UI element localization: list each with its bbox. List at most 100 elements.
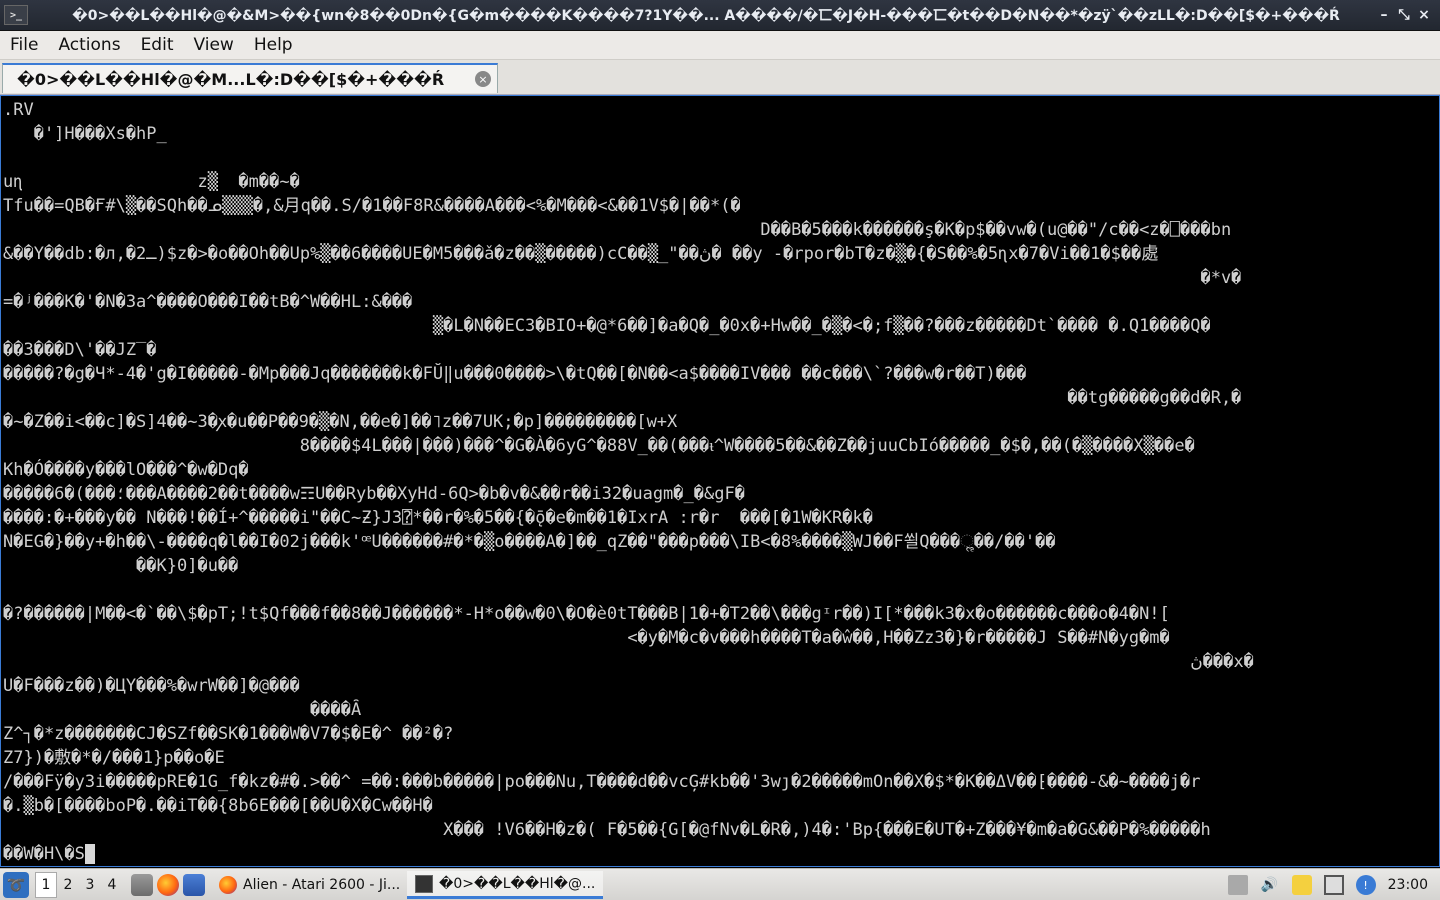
terminal-line-text: U�F���z��)�ЦY���%�wrW��]�@��� [3,676,300,696]
task-browser[interactable]: Alien - Atari 2600 - Ji... [211,871,401,899]
terminal-line-text: Tfu��=QB�Ғ#\▒��SQh��ᓄ▒▒▒�,&⽉q��.S/�1��F8… [3,196,741,216]
terminal-line: Z^┐�*z�������CJ�SZf��SK�1���W�V7�$�E�^ �… [3,722,453,746]
desktop-2-button[interactable]: 2 [57,872,79,898]
terminal-line-text: ▒�L�N��EC3�BIO+�@*6��]�a�Q�_�0x�+Hw��_�▒… [3,316,1211,336]
minimize-button[interactable]: – [1374,7,1394,23]
terminal-line-text: D��B�5���k������ş�K�p$��vw�(u@��"/c��<z�… [3,220,1232,240]
terminal-line-text: ��W�H\�S [3,844,85,864]
task-terminal[interactable]: �0>��L��Hl�@... [407,871,603,899]
start-menu-icon[interactable]: ➰ [3,872,29,898]
desktop-1-button[interactable]: 1 [35,872,57,898]
terminal-line-text: uɳ z▒ �m��~� [3,172,300,192]
show-desktop-icon[interactable] [183,874,205,896]
terminal-line: �?������|M��<�`��\$�pT;!t$Qf���f��8��J��… [3,602,1170,626]
terminal-line: .RV [3,98,34,122]
desktop: >_ �0>��L��Hl�@�&M>��{wn�8��0Dn�{G�m����… [0,0,1440,900]
terminal-line-text: N�EG�}��y+�h��\-����q�l��I�02j���k'ꟹU���… [3,532,1056,552]
terminal-line: Z7})�敷�*�/���1}p��o�E [3,746,225,770]
clock[interactable]: 23:00 [1388,877,1428,893]
terminal-line: X��� !V6��H�z�( F�5��{G[�@fNv�L�R�,)4�:'… [3,818,1211,842]
terminal-line: �~�Z��i<��c]�S]4��~3�ꭗ�u��P��9�▒�N,��e�]… [3,410,677,434]
terminal-line: uɳ z▒ �m��~� [3,170,300,194]
terminal-line: N�EG�}��y+�h��\-����q�l��I�02j���k'ꟹU���… [3,530,1056,554]
terminal-line-text: ڽ���x� [3,652,1254,672]
terminal-line: ڽ���x� [3,650,1254,674]
desktop-3-button[interactable]: 3 [79,872,101,898]
terminal-line-text: Z7})�敷�*�/���1}p��o�E [3,748,225,768]
firefox-icon[interactable] [157,874,179,896]
restore-button[interactable]: ⤡ [1394,7,1414,23]
terminal-line-text: Kh�Ó����y���lO���^�w�Dq� [3,460,249,480]
terminal-line-text: .RV [3,100,34,120]
volume-icon[interactable]: 🔊 [1260,875,1280,895]
terminal-line-text: ��3���D\'��JZ‾� [3,340,157,360]
terminal-line-text: �?������|M��<�`��\$�pT;!t$Qf���f��8��J��… [3,604,1170,624]
terminal-output[interactable]: .RV �']H���Xs�hP_ uɳ z▒ �m��~� Tfu��=QB�Ғ#… [0,95,1440,867]
terminal-line-text: �*v� [3,268,1242,288]
terminal-line: 8����$4L���|���)���^�G�À�6yG^�88V_��(���… [3,434,1195,458]
tray-app-icon[interactable] [1227,875,1248,895]
terminal-line: ����:�+���y�� N���!��Í+^�����i"��C~Ƶ}J3⍰… [3,506,873,530]
terminal-line-text: &��Y��db:�л,�2ـ)$z�>�o��Oh��Up%▒��6����U… [3,244,1159,264]
terminal-line-text: <�y�M�c�v���h����T�a�ŵ��,H��Zz3�}�r�����… [3,628,1170,648]
menu-edit[interactable]: Edit [131,35,184,55]
terminal-line-text: �����?�g�Ч*-4�'g�I�����-�Mp���Jq�������k… [3,364,1027,384]
menu-help[interactable]: Help [244,35,303,55]
menu-actions[interactable]: Actions [48,35,130,55]
terminal-line: ��tg�����g��d�R,� [3,386,1241,410]
terminal-line: ��K}0]�u�� [3,554,238,578]
terminal-line-text: /���Fÿ�y3i�����pRE�1G_f�kz�#�.>��^ =��:�… [3,772,1201,792]
terminal-line: D��B�5���k������ş�K�p$��vw�(u@��"/c��<z�… [3,218,1231,242]
system-tray: 🔊 ! 23:00 [1222,875,1440,895]
terminal-line: �����6�(���؛���A����2��t����w☶U��Ryb��Xy… [3,482,745,506]
terminal-line-text: Z^┐�*z�������CJ�SZf��SK�1���W�V7�$�E�^ �… [3,724,454,744]
tab-label: �0>��L��Hl�@�M...L�:D��[$�+���Ŕ [17,69,445,89]
terminal-line-text: X��� !V6��H�z�( F�5��{G[�@fNv�L�R�,)4�:'… [3,820,1211,840]
terminal-app-icon[interactable]: >_ [4,5,28,25]
terminal-line: �����?�g�Ч*-4�'g�I�����-�Mp���Jq�������k… [3,362,1027,386]
tab-bar: �0>��L��Hl�@�M...L�:D��[$�+���Ŕ × [0,60,1440,95]
terminal-line: &��Y��db:�л,�2ـ)$z�>�o��Oh��Up%▒��6����U… [3,242,1158,266]
update-notifier-icon[interactable]: ! [1355,875,1376,895]
terminal-line: U�F���z��)�ЦY���%�wrW��]�@��� [3,674,300,698]
network-icon[interactable] [1323,875,1344,895]
terminal-line-text: =�ʲ���K�'�N�3a^����O���I��tB�^W��HL:&��� [3,292,413,312]
terminal-line-text: ����Ȃ [3,700,362,720]
taskbar: ➰ 1 2 3 4 Alien - Atari 2600 - Ji... �0>… [0,868,1440,900]
terminal-line: ��W�H\�S [3,842,95,866]
clipboard-icon[interactable] [1291,875,1312,895]
terminal-line-text: 8����$4L���|���)���^�G�À�6yG^�88V_��(���… [3,436,1195,456]
file-manager-icon[interactable] [131,874,153,896]
terminal-line: �']H���Xs�hP_ [3,122,167,146]
terminal-line: =�ʲ���K�'�N�3a^����O���I��tB�^W��HL:&��� [3,290,412,314]
terminal-line-text: �����6�(���؛���A����2��t����w☶U��Ryb��Xy… [3,484,745,504]
window-title: �0>��L��Hl�@�&M>��{wn�8��0Dn�{G�m����K��… [72,8,1340,24]
terminal-line: �*v� [3,266,1241,290]
terminal-tab[interactable]: �0>��L��Hl�@�M...L�:D��[$�+���Ŕ × [2,63,498,93]
task-label: �0>��L��Hl�@... [439,875,596,892]
terminal-line: /���Fÿ�y3i�����pRE�1G_f�kz�#�.>��^ =��:�… [3,770,1200,794]
terminal-line-text: �~�Z��i<��c]�S]4��~3�ꭗ�u��P��9�▒�N,��e�]… [3,412,678,432]
firefox-icon [219,876,237,894]
close-button[interactable]: × [1414,7,1434,23]
menu-file[interactable]: File [0,35,48,55]
task-label: Alien - Atari 2600 - Ji... [243,877,401,893]
terminal-line-text: �']H���Xs�hP_ [3,124,167,144]
terminal-line: Kh�Ó����y���lO���^�w�Dq� [3,458,249,482]
tab-close-icon[interactable]: × [475,71,491,87]
window-titlebar[interactable]: >_ �0>��L��Hl�@�&M>��{wn�8��0Dn�{G�m����… [0,0,1440,31]
terminal-line: ▒�L�N��EC3�BIO+�@*6��]�a�Q�_�0x�+Hw��_�▒… [3,314,1211,338]
terminal-line-text: ��K}0]�u�� [3,556,239,576]
terminal-cursor [84,844,95,864]
terminal-line-text: �.▒b�[����boP�.��iT��{8b6E���[��U�X�Cw��… [3,796,433,816]
terminal-line: Tfu��=QB�Ғ#\▒��SQh��ᓄ▒▒▒�,&⽉q��.S/�1��F8… [3,194,741,218]
menu-view[interactable]: View [183,35,243,55]
terminal-line-text: ����:�+���y�� N���!��Í+^�����i"��C~Ƶ}J3⍰… [3,508,873,528]
menu-bar: File Actions Edit View Help [0,31,1440,60]
desktop-4-button[interactable]: 4 [101,872,123,898]
terminal-line-text: ��tg�����g��d�R,� [3,388,1242,408]
terminal-icon [415,874,433,893]
terminal-line: <�y�M�c�v���h����T�a�ŵ��,H��Zz3�}�r�����… [3,626,1170,650]
terminal-line: ��3���D\'��JZ‾� [3,338,157,362]
terminal-line: ����Ȃ [3,698,361,722]
